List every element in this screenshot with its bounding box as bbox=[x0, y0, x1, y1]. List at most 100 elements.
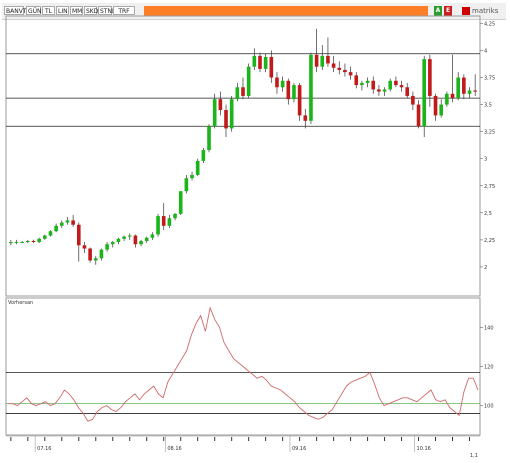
candle-body bbox=[422, 59, 427, 127]
price-panel-border bbox=[5, 15, 481, 297]
candle bbox=[405, 82, 410, 99]
indicator-axis: 140 120 100 bbox=[480, 325, 494, 410]
candle-body bbox=[26, 240, 30, 243]
candle-body bbox=[150, 234, 155, 238]
candle-body bbox=[184, 178, 189, 192]
candle-body bbox=[246, 66, 251, 96]
candle-body bbox=[14, 242, 19, 244]
candle-body bbox=[122, 236, 126, 239]
candle bbox=[280, 76, 285, 92]
candle-body bbox=[309, 54, 313, 121]
candle bbox=[122, 235, 126, 241]
price-tick-label: 2,75 bbox=[484, 184, 495, 190]
candle bbox=[9, 239, 13, 246]
candle-body bbox=[258, 55, 262, 69]
price-tick-label: 2,5 bbox=[484, 211, 492, 217]
price-tick-label: 3,5 bbox=[484, 103, 492, 109]
candle bbox=[173, 212, 177, 221]
candle bbox=[252, 48, 257, 70]
candle bbox=[71, 214, 75, 227]
candle bbox=[263, 53, 268, 73]
candle bbox=[462, 74, 466, 100]
candle-body bbox=[286, 80, 291, 100]
candle-body bbox=[354, 75, 359, 86]
candle bbox=[246, 63, 251, 99]
candle bbox=[161, 203, 166, 231]
candle-body bbox=[439, 104, 444, 116]
candle-body bbox=[167, 218, 172, 226]
candle-body bbox=[326, 55, 330, 64]
candle-body bbox=[428, 59, 432, 96]
candle bbox=[184, 174, 189, 194]
candle bbox=[450, 54, 455, 103]
candle bbox=[326, 37, 330, 67]
price-tick-label: 3 bbox=[484, 157, 487, 163]
candle-body bbox=[212, 99, 217, 127]
candle bbox=[224, 104, 228, 138]
candle-body bbox=[190, 174, 194, 179]
candle bbox=[167, 214, 172, 228]
candle-body bbox=[42, 235, 47, 239]
candle bbox=[377, 85, 381, 96]
candle bbox=[144, 236, 149, 244]
candle bbox=[473, 74, 477, 96]
candle bbox=[422, 55, 427, 138]
candle bbox=[388, 78, 393, 92]
candle-body bbox=[133, 235, 138, 245]
candle-body bbox=[388, 80, 393, 90]
candle-body bbox=[161, 216, 166, 226]
candle-body bbox=[337, 67, 342, 70]
candle-body bbox=[456, 77, 460, 99]
candle-body bbox=[445, 93, 449, 105]
candle-body bbox=[59, 222, 64, 226]
indicator-tick-label: 140 bbox=[484, 325, 494, 331]
candle-body bbox=[269, 56, 274, 78]
indicator-reference-lines bbox=[6, 371, 480, 414]
price-tick-label: 4 bbox=[484, 48, 487, 54]
candle bbox=[207, 124, 211, 153]
candle bbox=[76, 222, 81, 262]
candle bbox=[456, 72, 460, 101]
candle bbox=[445, 91, 449, 107]
candle bbox=[365, 77, 370, 88]
candle bbox=[297, 82, 302, 121]
candle-body bbox=[31, 240, 36, 243]
price-tick-label: 3,75 bbox=[484, 76, 495, 82]
candle-body bbox=[173, 213, 177, 219]
candle bbox=[54, 223, 58, 233]
candle-body bbox=[320, 55, 325, 67]
candle bbox=[212, 93, 217, 129]
candle bbox=[292, 82, 296, 103]
candle-body bbox=[360, 82, 364, 86]
candle bbox=[314, 28, 319, 73]
candle-body bbox=[343, 69, 347, 73]
candle bbox=[331, 55, 336, 73]
candle bbox=[82, 242, 87, 253]
date-tick-label: 07.16 bbox=[37, 446, 51, 452]
indicator-label: Vorhersan bbox=[8, 300, 33, 306]
candle bbox=[337, 61, 342, 75]
candle-body bbox=[144, 237, 149, 241]
candle-body bbox=[303, 115, 308, 121]
candle-body bbox=[473, 90, 477, 92]
candle-body bbox=[93, 258, 98, 261]
candle-body bbox=[371, 80, 376, 90]
candle-body bbox=[235, 87, 240, 100]
candle-body bbox=[99, 249, 104, 259]
candle bbox=[394, 76, 398, 88]
candle bbox=[93, 256, 98, 265]
candle-body bbox=[275, 77, 279, 88]
candle bbox=[286, 78, 291, 105]
price-panel-frame bbox=[5, 15, 481, 297]
candle bbox=[48, 230, 53, 237]
candle-body bbox=[252, 55, 257, 67]
candle bbox=[399, 80, 404, 92]
candle-body bbox=[127, 235, 132, 237]
candle-body bbox=[207, 126, 211, 151]
indicator-tick-label: 100 bbox=[484, 404, 494, 410]
candle-body bbox=[224, 110, 228, 129]
corner-label: 1,1 bbox=[470, 453, 478, 459]
price-tick-label: 2 bbox=[484, 265, 487, 271]
candle-body bbox=[292, 85, 296, 100]
candle-body bbox=[314, 54, 319, 67]
